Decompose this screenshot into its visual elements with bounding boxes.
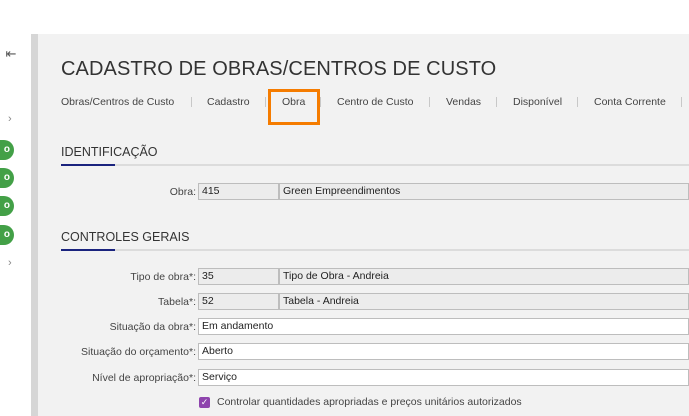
active-tab-highlight xyxy=(268,89,320,125)
sidebar: ⇤ › o o o o › xyxy=(0,34,31,416)
section-heading-controles-gerais: CONTROLES GERAIS xyxy=(61,230,190,244)
tab-disponivel[interactable]: Disponível xyxy=(513,96,562,108)
status-badge[interactable]: o xyxy=(0,168,14,188)
page-title: CADASTRO DE OBRAS/CENTROS DE CUSTO xyxy=(61,58,497,80)
tab-separator xyxy=(577,97,578,107)
tabela-label: Tabela*: xyxy=(158,296,196,308)
tab-conta-corrente[interactable]: Conta Corrente xyxy=(594,96,666,108)
tabela-name-field[interactable]: Tabela - Andreia xyxy=(279,293,689,310)
situacao-da-obra-label: Situação da obra*: xyxy=(109,321,196,333)
obra-code-field[interactable]: 415 xyxy=(198,183,279,200)
section-divider-accent xyxy=(61,164,115,166)
section-divider xyxy=(61,249,689,251)
section-divider-accent xyxy=(61,249,115,251)
collapse-sidebar-icon[interactable]: ⇤ xyxy=(3,46,19,62)
status-badge[interactable]: o xyxy=(0,140,14,160)
obra-name-field[interactable]: Green Empreendimentos xyxy=(279,183,689,200)
controlar-quantidades-label: Controlar quantidades apropriadas e preç… xyxy=(217,396,522,408)
tab-cadastro[interactable]: Cadastro xyxy=(207,96,250,108)
section-heading-identificacao: IDENTIFICAÇÃO xyxy=(61,145,158,159)
controlar-quantidades-checkbox[interactable]: ✓ xyxy=(199,397,210,408)
chevron-right-icon[interactable]: › xyxy=(8,113,12,125)
situacao-do-orcamento-label: Situação do orçamento*: xyxy=(81,346,196,358)
nivel-de-apropriacao-label: Nível de apropriação*: xyxy=(92,372,196,384)
main-content: CADASTRO DE OBRAS/CENTROS DE CUSTO Obras… xyxy=(38,34,689,416)
tab-separator xyxy=(191,97,192,107)
tipo-de-obra-name-field[interactable]: Tipo de Obra - Andreia xyxy=(279,268,689,285)
section-divider xyxy=(61,164,689,166)
tipo-de-obra-label: Tipo de obra*: xyxy=(130,271,196,283)
situacao-do-orcamento-select[interactable]: Aberto xyxy=(198,343,689,360)
tab-separator xyxy=(496,97,497,107)
tab-obras-centros-de-custo[interactable]: Obras/Centros de Custo xyxy=(61,96,174,108)
nivel-de-apropriacao-select[interactable]: Serviço xyxy=(198,369,689,386)
tab-separator xyxy=(265,97,266,107)
tipo-de-obra-code-field[interactable]: 35 xyxy=(198,268,279,285)
sidebar-scrollbar[interactable] xyxy=(31,34,38,416)
tab-separator xyxy=(320,97,321,107)
situacao-da-obra-select[interactable]: Em andamento xyxy=(198,318,689,335)
obra-label: Obra: xyxy=(169,186,196,198)
tab-vendas[interactable]: Vendas xyxy=(446,96,481,108)
chevron-right-icon[interactable]: › xyxy=(8,257,12,269)
status-badge[interactable]: o xyxy=(0,225,14,245)
status-badge[interactable]: o xyxy=(0,196,14,216)
tab-centro-de-custo[interactable]: Centro de Custo xyxy=(337,96,413,108)
tabela-code-field[interactable]: 52 xyxy=(198,293,279,310)
tab-separator xyxy=(681,97,682,107)
top-bar xyxy=(0,0,689,34)
tab-separator xyxy=(429,97,430,107)
